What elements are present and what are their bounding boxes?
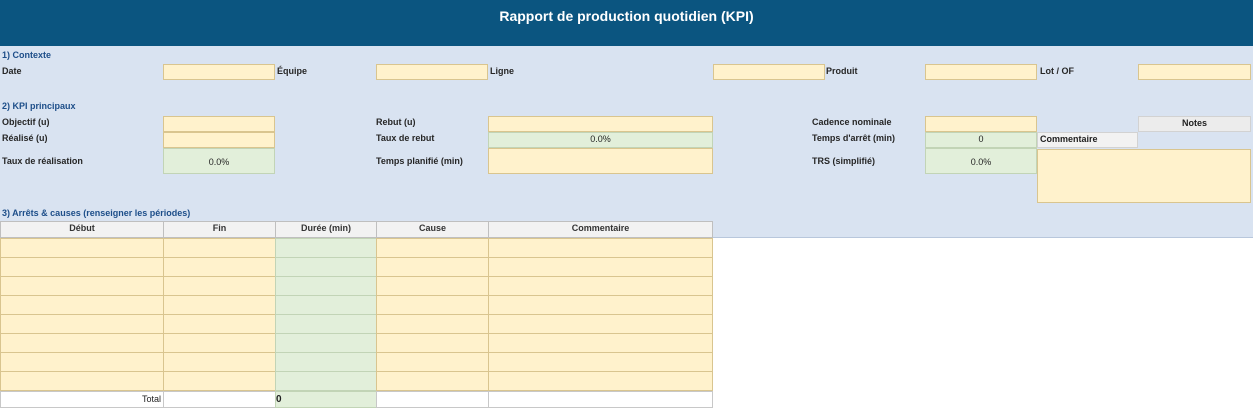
total-label: Total <box>0 391 164 408</box>
equipe-label: Équipe <box>277 66 308 76</box>
debut-cell[interactable] <box>0 352 164 372</box>
fin-cell[interactable] <box>163 314 276 334</box>
total-fin-cell <box>163 391 276 408</box>
produit-label: Produit <box>826 66 858 76</box>
equipe-input[interactable] <box>376 64 488 80</box>
temps-arret-label: Temps d'arrêt (min) <box>812 133 895 143</box>
cause-cell[interactable] <box>376 257 489 277</box>
column-debut: Début <box>0 221 164 238</box>
section-kpi-heading: 2) KPI principaux <box>2 101 76 111</box>
lot-input[interactable] <box>1138 64 1251 80</box>
section-arrets-heading: 3) Arrêts & causes (renseigner les pério… <box>2 208 191 218</box>
cause-cell[interactable] <box>376 371 489 391</box>
arrets-table-body <box>0 238 714 392</box>
debut-cell[interactable] <box>0 276 164 296</box>
cadence-input[interactable] <box>925 116 1037 132</box>
fin-cell[interactable] <box>163 371 276 391</box>
section-context-heading: 1) Contexte <box>2 50 52 60</box>
cause-cell[interactable] <box>376 276 489 296</box>
debut-cell[interactable] <box>0 333 164 353</box>
column-commentaire: Commentaire <box>488 221 713 238</box>
commentaire-input[interactable] <box>1037 149 1251 203</box>
trs-value: 0.0% <box>925 148 1037 174</box>
duree-cell <box>275 352 377 372</box>
column-fin: Fin <box>163 221 276 238</box>
objectif-input[interactable] <box>163 116 275 132</box>
commentaire-cell[interactable] <box>488 333 713 353</box>
commentaire-label: Commentaire <box>1037 132 1138 148</box>
fin-cell[interactable] <box>163 276 276 296</box>
duree-cell <box>275 371 377 391</box>
rebut-input[interactable] <box>488 116 713 132</box>
total-cause-cell <box>376 391 489 408</box>
cause-cell[interactable] <box>376 238 489 258</box>
debut-cell[interactable] <box>0 257 164 277</box>
duree-cell <box>275 238 377 258</box>
fin-cell[interactable] <box>163 238 276 258</box>
column-duree: Durée (min) <box>275 221 377 238</box>
temps-arret-value: 0 <box>925 132 1037 148</box>
objectif-label: Objectif (u) <box>2 117 50 127</box>
commentaire-cell[interactable] <box>488 257 713 277</box>
fin-cell[interactable] <box>163 352 276 372</box>
commentaire-cell[interactable] <box>488 314 713 334</box>
duree-cell <box>275 276 377 296</box>
debut-cell[interactable] <box>0 314 164 334</box>
rebut-label: Rebut (u) <box>376 117 416 127</box>
fin-cell[interactable] <box>163 257 276 277</box>
commentaire-cell[interactable] <box>488 352 713 372</box>
report-title: Rapport de production quotidien (KPI) <box>499 8 754 24</box>
duree-cell <box>275 333 377 353</box>
realise-input[interactable] <box>163 132 275 148</box>
fin-cell[interactable] <box>163 295 276 315</box>
ligne-input[interactable] <box>713 64 825 80</box>
commentaire-cell[interactable] <box>488 276 713 296</box>
cause-cell[interactable] <box>376 333 489 353</box>
date-label: Date <box>2 66 22 76</box>
trs-label: TRS (simplifié) <box>812 156 876 166</box>
cause-cell[interactable] <box>376 314 489 334</box>
taux-realisation-value: 0.0% <box>163 148 275 174</box>
commentaire-cell[interactable] <box>488 295 713 315</box>
taux-realisation-label: Taux de réalisation <box>2 156 83 166</box>
notes-header: Notes <box>1138 116 1251 132</box>
total-commentaire-cell <box>488 391 713 408</box>
cause-cell[interactable] <box>376 352 489 372</box>
date-input[interactable] <box>163 64 275 80</box>
temps-planifie-input[interactable] <box>488 148 713 174</box>
temps-planifie-label: Temps planifié (min) <box>376 156 463 166</box>
cause-cell[interactable] <box>376 295 489 315</box>
taux-rebut-label: Taux de rebut <box>376 133 435 143</box>
produit-input[interactable] <box>925 64 1037 80</box>
total-duree-value: 0 <box>275 391 377 408</box>
ligne-label: Ligne <box>490 66 514 76</box>
duree-cell <box>275 295 377 315</box>
duree-cell <box>275 257 377 277</box>
column-cause: Cause <box>376 221 489 238</box>
fin-cell[interactable] <box>163 333 276 353</box>
debut-cell[interactable] <box>0 295 164 315</box>
debut-cell[interactable] <box>0 238 164 258</box>
taux-rebut-value: 0.0% <box>488 132 713 148</box>
commentaire-cell[interactable] <box>488 371 713 391</box>
debut-cell[interactable] <box>0 371 164 391</box>
cadence-label: Cadence nominale <box>812 117 892 127</box>
lot-label: Lot / OF <box>1040 66 1074 76</box>
duree-cell <box>275 314 377 334</box>
realise-label: Réalisé (u) <box>2 133 48 143</box>
commentaire-cell[interactable] <box>488 238 713 258</box>
